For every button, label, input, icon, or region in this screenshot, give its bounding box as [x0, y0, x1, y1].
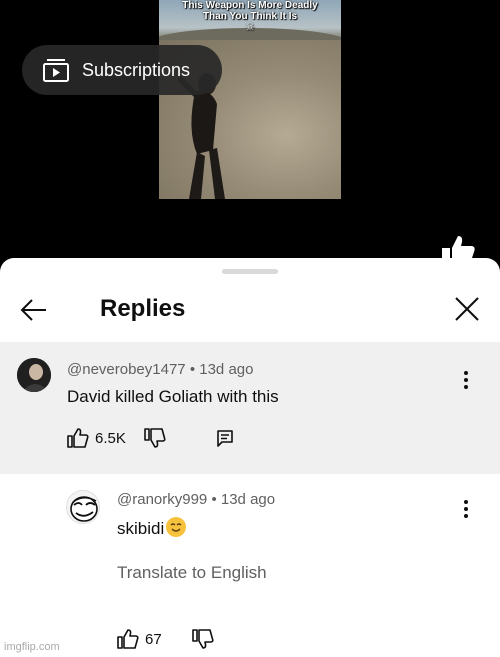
like-button[interactable]: 67: [117, 629, 162, 649]
reply-comment-icon: [217, 430, 233, 447]
video-caption: This Weapon Is More Deadly Than You Thin…: [159, 0, 341, 33]
more-options-icon[interactable]: [459, 497, 473, 521]
comment-text: David killed Goliath with this: [67, 387, 279, 406]
caption-line-1: This Weapon Is More Deadly: [182, 0, 318, 11]
dislike-button[interactable]: [144, 428, 166, 448]
avatar[interactable]: [17, 358, 51, 392]
caption-line-2: Than You Think It Is: [202, 11, 298, 22]
comment-actions: 6.5K: [67, 428, 234, 448]
drag-handle[interactable]: [222, 269, 278, 274]
video-player[interactable]: This Weapon Is More Deadly Than You Thin…: [0, 0, 500, 264]
comment-time: 13d ago: [199, 361, 254, 378]
thumbs-down-icon: [144, 428, 166, 448]
comment-actions: 67: [117, 629, 214, 649]
subscriptions-label: Subscriptions: [82, 59, 191, 80]
avatar[interactable]: [66, 490, 100, 524]
comment-meta: @ranorky999 • 13d ago: [117, 491, 276, 508]
comment-handle[interactable]: @ranorky999: [117, 491, 207, 508]
reply-comment: @ranorky999 • 13d ago skibidi Translate …: [0, 474, 500, 657]
more-options-icon[interactable]: [459, 368, 473, 392]
comment-text-line: skibidi: [117, 517, 187, 539]
smiling-emoji-icon: [166, 517, 187, 537]
like-count: 6.5K: [95, 429, 126, 447]
sheet-header: Replies: [0, 284, 500, 342]
sheet-title: Replies: [100, 295, 186, 322]
subscriptions-button[interactable]: Subscriptions: [22, 45, 222, 95]
thumbs-up-icon: [117, 629, 139, 649]
back-arrow-icon[interactable]: [18, 294, 50, 326]
thumbs-up-icon: [67, 428, 89, 448]
subscriptions-icon: [43, 59, 69, 82]
comment-time: 13d ago: [220, 491, 276, 508]
like-button[interactable]: 6.5K: [67, 428, 126, 448]
thumbs-down-icon: [191, 629, 214, 649]
parent-comment: @neverobey1477 • 13d ago David killed Go…: [0, 342, 500, 474]
replies-sheet: Replies @neverobey1477 • 13d ago David k…: [0, 258, 500, 657]
comment-handle[interactable]: @neverobey1477: [67, 361, 186, 378]
reply-button[interactable]: [216, 429, 234, 447]
video-frame: This Weapon Is More Deadly Than You Thin…: [159, 0, 341, 199]
comment-meta: @neverobey1477 • 13d ago: [67, 361, 254, 378]
like-count: 67: [145, 630, 162, 648]
dislike-button[interactable]: [191, 629, 214, 649]
skull-emoji-icon: ☠: [245, 22, 255, 33]
translate-link[interactable]: Translate to English: [117, 563, 267, 583]
close-icon[interactable]: [452, 294, 482, 324]
comment-text: skibidi: [117, 519, 165, 538]
watermark: imgflip.com: [4, 641, 60, 653]
